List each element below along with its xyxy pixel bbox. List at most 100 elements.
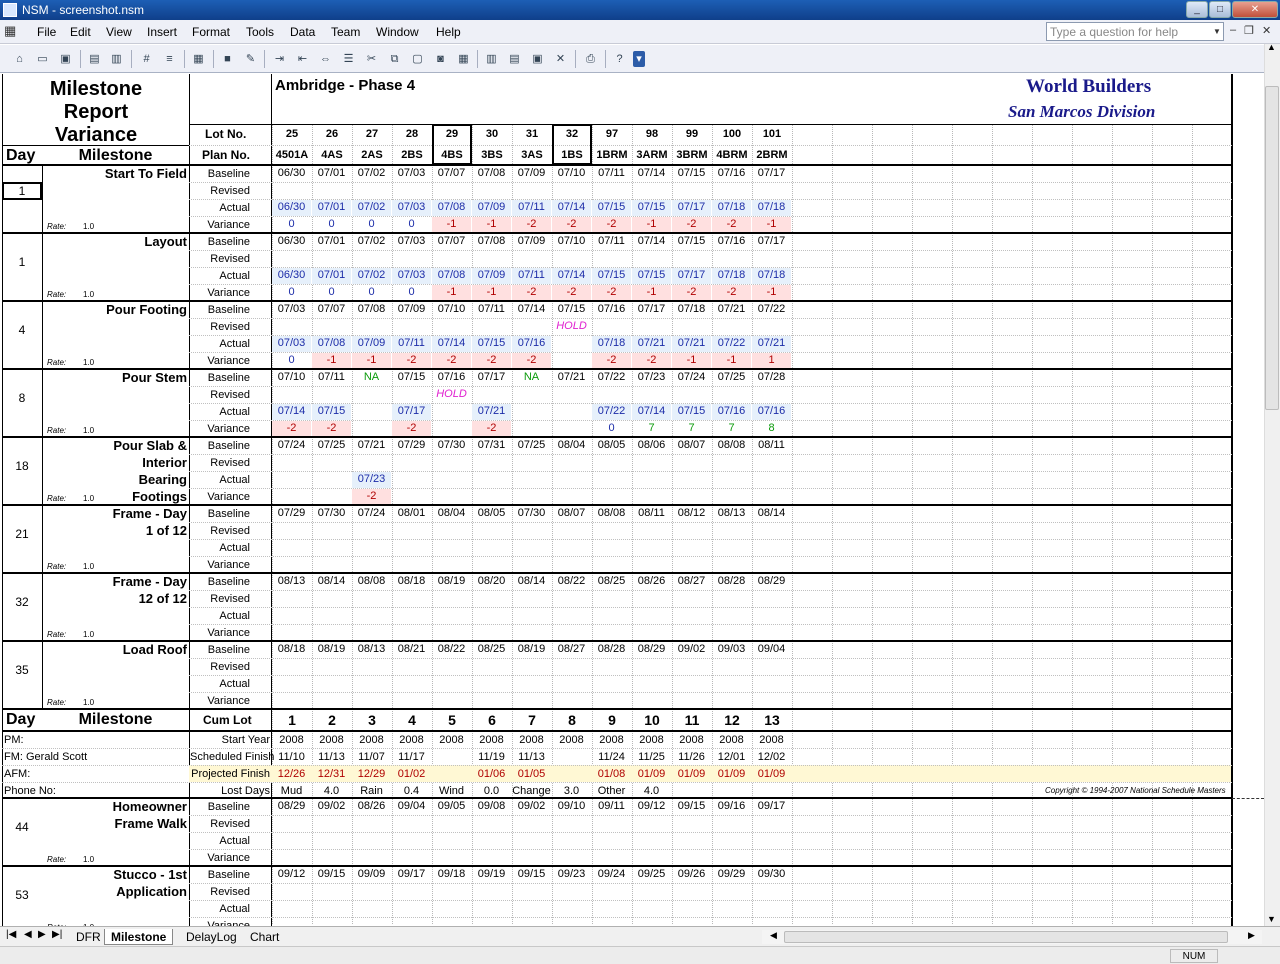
actual-cell: 07/02: [352, 268, 391, 284]
camera-icon[interactable]: ◙: [432, 51, 449, 67]
revised-cell: [672, 455, 711, 471]
revised-cell: [512, 319, 551, 335]
variance-cell: -1: [312, 353, 351, 369]
help-dropdown-icon[interactable]: ▼: [1213, 22, 1224, 41]
revised-cell: [432, 319, 471, 335]
baseline-cell: 08/28: [717, 575, 746, 587]
variance-cell: -1: [472, 285, 511, 301]
menu-format[interactable]: Format: [192, 25, 230, 39]
variance-cell: -1: [432, 285, 471, 301]
scroll-up-icon[interactable]: ▲: [1267, 42, 1276, 52]
sort-icon[interactable]: ≡: [161, 51, 178, 67]
mdi-restore-icon[interactable]: ❐: [1244, 24, 1254, 37]
chart-icon[interactable]: ▥: [483, 51, 500, 67]
tab-milestone[interactable]: Milestone: [104, 929, 174, 945]
mdi-close-icon[interactable]: ✕: [1262, 24, 1271, 37]
cut-icon[interactable]: ✂: [363, 51, 380, 67]
minimize-button[interactable]: _: [1186, 1, 1208, 18]
help-search-input[interactable]: Type a question for help: [1046, 22, 1224, 41]
variance-cell: [552, 421, 591, 437]
menu-view[interactable]: View: [106, 25, 132, 39]
menu-help[interactable]: Help: [436, 25, 461, 39]
actual-label: Actual: [219, 835, 250, 847]
summary-cell: Wind: [438, 785, 465, 797]
summary-cell: 11/26: [678, 751, 705, 763]
tab-dfr[interactable]: DFR: [70, 929, 107, 945]
toolbar-separator: [213, 50, 214, 68]
baseline-label: Baseline: [207, 440, 250, 452]
copy-icon[interactable]: ⧉: [386, 51, 403, 67]
menu-insert[interactable]: Insert: [147, 25, 177, 39]
menu-file[interactable]: File: [37, 25, 56, 39]
delete-icon[interactable]: ✕: [552, 51, 569, 67]
revised-cell: [632, 251, 671, 267]
print-icon[interactable]: ⎙: [582, 51, 599, 67]
actual-cell: [592, 676, 631, 692]
variance-cell: [592, 489, 631, 505]
menu-data[interactable]: Data: [290, 25, 315, 39]
baseline-cell: NA: [523, 371, 540, 383]
selected-cell[interactable]: 1: [2, 182, 42, 200]
calculator-icon[interactable]: ▤: [506, 51, 523, 67]
actual-cell: [752, 608, 791, 624]
summary-cell: Change: [512, 785, 551, 797]
menu-edit[interactable]: Edit: [70, 25, 91, 39]
toolbar-options-icon[interactable]: ▾: [633, 51, 645, 67]
variance-cell: -2: [512, 353, 551, 369]
fill-icon[interactable]: ■: [219, 51, 236, 67]
tab-next-icon[interactable]: ▶: [38, 929, 46, 940]
help-cursor-icon[interactable]: ?: [611, 51, 628, 67]
report-icon[interactable]: ▥: [108, 51, 125, 67]
open-icon[interactable]: ▭: [34, 51, 51, 67]
scroll-right-icon[interactable]: ▶: [1248, 930, 1255, 941]
horizontal-scroll-thumb[interactable]: [784, 931, 1228, 943]
export-icon[interactable]: ▣: [529, 51, 546, 67]
baseline-cell: 08/13: [277, 575, 306, 587]
variance-cell: -2: [472, 421, 511, 437]
variance-cell: [472, 625, 511, 641]
tab-chart[interactable]: Chart: [244, 929, 285, 945]
baseline-cell: 08/07: [557, 507, 586, 519]
outdent-icon[interactable]: ⇤: [294, 51, 311, 67]
variance-cell: 0: [368, 286, 375, 298]
baseline-cell: 07/24: [677, 371, 706, 383]
maximize-button[interactable]: □: [1209, 1, 1231, 18]
tab-delaylog[interactable]: DelayLog: [180, 929, 243, 945]
calendar-icon[interactable]: ▦: [455, 51, 472, 67]
scroll-left-icon[interactable]: ◀: [770, 930, 777, 941]
app-menu-icon[interactable]: ▦: [4, 23, 16, 39]
actual-cell: 07/08: [432, 268, 471, 284]
vertical-scroll-thumb[interactable]: [1265, 86, 1279, 410]
pencil-icon[interactable]: ✎: [242, 51, 259, 67]
cum-lot-number: 10: [644, 712, 660, 728]
menu-tools[interactable]: Tools: [246, 25, 274, 39]
actual-cell: 07/15: [592, 200, 631, 216]
horizontal-scrollbar[interactable]: ◀ ▶: [762, 930, 1262, 944]
close-button[interactable]: ✕: [1232, 1, 1278, 18]
actual-cell: [632, 472, 671, 488]
variance-cell: [272, 625, 311, 641]
indent-icon[interactable]: ⇥: [271, 51, 288, 67]
tab-first-icon[interactable]: |◀: [6, 929, 16, 940]
report-title-line: Milestone: [49, 78, 143, 100]
baseline-cell: 07/07: [437, 167, 466, 179]
revised-label: Revised: [210, 661, 250, 673]
scroll-down-icon[interactable]: ▼: [1267, 914, 1276, 924]
variance-cell: 0: [368, 218, 375, 230]
menu-team[interactable]: Team: [331, 25, 360, 39]
tab-last-icon[interactable]: ▶|: [52, 929, 62, 940]
expand-icon[interactable]: ⇔: [317, 51, 334, 67]
table-icon[interactable]: ▤: [86, 51, 103, 67]
paste-icon[interactable]: ▢: [409, 51, 426, 67]
home-icon[interactable]: ⌂: [11, 51, 28, 67]
worksheet[interactable]: Milestone Report Variance Ambridge - Phase …: [0, 73, 1264, 926]
form-icon[interactable]: ▦: [190, 51, 207, 67]
grid-icon[interactable]: #: [138, 51, 155, 67]
mdi-minimize-icon[interactable]: –: [1230, 24, 1236, 36]
summary-cell: Mud: [280, 785, 303, 797]
save-icon[interactable]: ▣: [57, 51, 74, 67]
menu-window[interactable]: Window: [376, 25, 419, 39]
list-icon[interactable]: ☰: [340, 51, 357, 67]
variance-cell: -2: [592, 285, 631, 301]
tab-prev-icon[interactable]: ◀: [24, 929, 32, 940]
